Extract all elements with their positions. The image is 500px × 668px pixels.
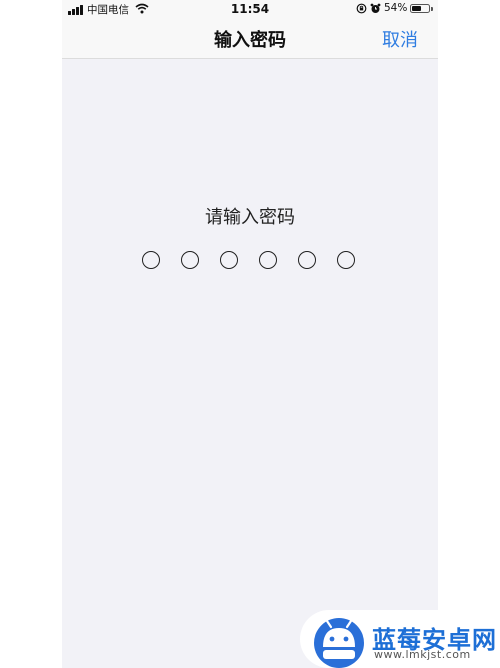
nav-bar: 输入密码 取消 (62, 18, 438, 59)
page: 中国电信 11:54 54% 输入密码 取消 请输入密码 蓝莓安卓网 www.l… (0, 0, 500, 668)
android-logo-icon (314, 618, 364, 668)
watermark-url: www.lmkjst.com (374, 648, 471, 661)
battery-icon (410, 4, 430, 13)
phone-screen: 中国电信 11:54 54% 输入密码 取消 请输入密码 (62, 0, 438, 668)
battery-fill (412, 6, 421, 11)
battery-percent: 54% (384, 2, 408, 14)
status-time: 11:54 (230, 2, 270, 16)
cancel-button[interactable]: 取消 (382, 26, 418, 52)
battery-cap (431, 7, 433, 11)
passcode-prompt: 请输入密码 (205, 207, 295, 228)
alarm-icon (370, 3, 381, 17)
status-bar: 中国电信 11:54 54% (62, 0, 438, 18)
rotation-lock-icon (356, 3, 367, 17)
